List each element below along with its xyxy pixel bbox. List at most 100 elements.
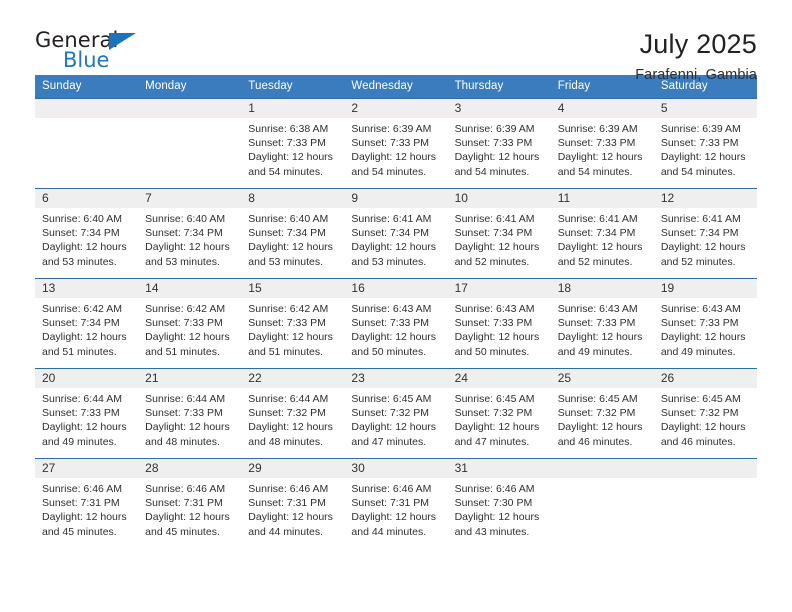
calendar-day-cell[interactable]: 29 Sunrise: 6:46 AM Sunset: 7:31 PM Dayligh… (241, 458, 345, 549)
day-number (138, 99, 242, 118)
sunrise-text: Sunrise: 6:42 AM (248, 303, 329, 315)
sunrise-text: Sunrise: 6:41 AM (454, 213, 535, 225)
calendar-week-row: 20 Sunrise: 6:44 AM Sunset: 7:33 PM Dayligh… (35, 368, 757, 459)
sunrise-text: Sunrise: 6:38 AM (248, 123, 329, 135)
daylight-text-line2: and 53 minutes. (42, 255, 117, 268)
daylight-text-line1: Daylight: 12 hours (351, 241, 437, 254)
calendar-day-cell[interactable]: 10 Sunrise: 6:41 AM Sunset: 7:34 PM Dayligh… (447, 188, 551, 279)
daylight-text-line2: and 44 minutes. (248, 525, 323, 538)
daylight-text-line2: and 48 minutes. (248, 435, 323, 448)
page-header: General Blue July 2025 Farafenni, Gambia (35, 0, 757, 83)
daylight-text-line2: and 45 minutes. (42, 525, 117, 538)
sunset-text: Sunset: 7:33 PM (660, 137, 739, 150)
calendar-day-cell[interactable]: 7 Sunrise: 6:40 AM Sunset: 7:34 PM Daylight… (138, 188, 242, 279)
calendar-empty-cell (35, 98, 139, 189)
calendar-page: General Blue July 2025 Farafenni, Gambia… (0, 0, 792, 612)
sunrise-text: Sunrise: 6:46 AM (248, 483, 329, 495)
sunset-text: Sunset: 7:32 PM (557, 407, 636, 420)
calendar-day-cell[interactable]: 13 Sunrise: 6:42 AM Sunset: 7:34 PM Dayligh… (35, 278, 139, 369)
day-cell-inner: 7 Sunrise: 6:40 AM Sunset: 7:34 PM Daylight… (138, 189, 242, 278)
daylight-text-line2: and 49 minutes. (557, 345, 633, 358)
daylight-text-line2: and 43 minutes. (454, 525, 530, 538)
daylight-text-line1: Daylight: 12 hours (248, 151, 333, 164)
calendar-day-cell[interactable]: 21 Sunrise: 6:44 AM Sunset: 7:33 PM Dayligh… (138, 368, 242, 459)
calendar-day-cell[interactable]: 8 Sunrise: 6:40 AM Sunset: 7:34 PM Daylight… (241, 188, 345, 279)
day-cell-inner (653, 459, 757, 548)
daylight-text-line1: Daylight: 12 hours (557, 331, 643, 344)
day-details: Sunrise: 6:42 AM Sunset: 7:33 PM Daylight:… (138, 298, 241, 359)
daylight-text-line2: and 54 minutes. (660, 165, 736, 178)
day-number: 19 (653, 279, 757, 298)
daylight-text-line1: Daylight: 12 hours (248, 241, 333, 254)
day-cell-inner (35, 99, 139, 188)
calendar-day-cell[interactable]: 22 Sunrise: 6:44 AM Sunset: 7:32 PM Dayligh… (241, 368, 345, 459)
calendar-day-cell[interactable]: 9 Sunrise: 6:41 AM Sunset: 7:34 PM Daylight… (344, 188, 448, 279)
calendar-day-cell[interactable]: 26 Sunrise: 6:45 AM Sunset: 7:32 PM Dayligh… (653, 368, 757, 459)
calendar-day-cell[interactable]: 27 Sunrise: 6:46 AM Sunset: 7:31 PM Dayligh… (35, 458, 139, 549)
calendar-day-cell[interactable]: 30 Sunrise: 6:46 AM Sunset: 7:31 PM Dayligh… (344, 458, 448, 549)
sunrise-text: Sunrise: 6:46 AM (42, 483, 122, 495)
calendar-day-cell[interactable]: 31 Sunrise: 6:46 AM Sunset: 7:30 PM Dayligh… (447, 458, 551, 549)
calendar-day-cell[interactable]: 3 Sunrise: 6:39 AM Sunset: 7:33 PM Daylight… (447, 98, 551, 189)
sunrise-text: Sunrise: 6:45 AM (351, 393, 432, 405)
daylight-text-line1: Daylight: 12 hours (145, 241, 230, 254)
daylight-text-line1: Daylight: 12 hours (145, 331, 230, 344)
day-details: Sunrise: 6:44 AM Sunset: 7:33 PM Daylight:… (138, 388, 241, 449)
day-cell-inner: 11 Sunrise: 6:41 AM Sunset: 7:34 PM Dayligh… (550, 189, 654, 278)
calendar-day-cell[interactable]: 16 Sunrise: 6:43 AM Sunset: 7:33 PM Dayligh… (344, 278, 448, 369)
day-number: 13 (35, 279, 139, 298)
calendar-body: 1 Sunrise: 6:38 AM Sunset: 7:33 PM Daylight… (35, 98, 757, 549)
day-number: 5 (653, 99, 757, 118)
calendar-week-row: 6 Sunrise: 6:40 AM Sunset: 7:34 PM Daylight… (35, 188, 757, 279)
sunset-text: Sunset: 7:32 PM (660, 407, 739, 420)
daylight-text-line1: Daylight: 12 hours (42, 421, 127, 434)
weekday-header-thursday: Thursday (447, 75, 551, 99)
calendar-week-row: 27 Sunrise: 6:46 AM Sunset: 7:31 PM Dayligh… (35, 458, 757, 549)
general-blue-logo[interactable]: General Blue (35, 28, 165, 74)
calendar-day-cell[interactable]: 11 Sunrise: 6:41 AM Sunset: 7:34 PM Dayligh… (550, 188, 654, 279)
day-cell-inner: 19 Sunrise: 6:43 AM Sunset: 7:33 PM Dayligh… (653, 279, 757, 368)
sunset-text: Sunset: 7:33 PM (557, 137, 636, 150)
daylight-text-line2: and 46 minutes. (557, 435, 633, 448)
sunrise-text: Sunrise: 6:43 AM (351, 303, 432, 315)
calendar-day-cell[interactable]: 2 Sunrise: 6:39 AM Sunset: 7:33 PM Daylight… (344, 98, 448, 189)
calendar-day-cell[interactable]: 24 Sunrise: 6:45 AM Sunset: 7:32 PM Dayligh… (447, 368, 551, 459)
calendar-day-cell[interactable]: 20 Sunrise: 6:44 AM Sunset: 7:33 PM Dayligh… (35, 368, 139, 459)
day-details: Sunrise: 6:41 AM Sunset: 7:34 PM Daylight:… (448, 208, 551, 269)
day-details: Sunrise: 6:39 AM Sunset: 7:33 PM Daylight:… (344, 118, 447, 179)
daylight-text-line2: and 54 minutes. (557, 165, 633, 178)
calendar-day-cell[interactable]: 1 Sunrise: 6:38 AM Sunset: 7:33 PM Daylight… (241, 98, 345, 189)
sunset-text: Sunset: 7:33 PM (660, 317, 739, 330)
calendar-day-cell[interactable]: 18 Sunrise: 6:43 AM Sunset: 7:33 PM Dayligh… (550, 278, 654, 369)
calendar-day-cell[interactable]: 23 Sunrise: 6:45 AM Sunset: 7:32 PM Dayligh… (344, 368, 448, 459)
day-cell-inner: 3 Sunrise: 6:39 AM Sunset: 7:33 PM Daylight… (447, 99, 551, 188)
calendar-day-cell[interactable]: 4 Sunrise: 6:39 AM Sunset: 7:33 PM Daylight… (550, 98, 654, 189)
calendar-day-cell[interactable]: 19 Sunrise: 6:43 AM Sunset: 7:33 PM Dayligh… (653, 278, 757, 369)
weekday-header-tuesday: Tuesday (241, 75, 345, 99)
calendar-day-cell[interactable]: 15 Sunrise: 6:42 AM Sunset: 7:33 PM Dayligh… (241, 278, 345, 369)
calendar-day-cell[interactable]: 5 Sunrise: 6:39 AM Sunset: 7:33 PM Daylight… (653, 98, 757, 189)
sunset-text: Sunset: 7:30 PM (454, 497, 533, 510)
day-cell-inner: 1 Sunrise: 6:38 AM Sunset: 7:33 PM Daylight… (241, 99, 345, 188)
sunset-text: Sunset: 7:34 PM (42, 317, 120, 330)
day-number: 9 (344, 189, 448, 208)
day-details: Sunrise: 6:45 AM Sunset: 7:32 PM Daylight:… (344, 388, 447, 449)
sunrise-text: Sunrise: 6:46 AM (454, 483, 535, 495)
calendar-day-cell[interactable]: 12 Sunrise: 6:41 AM Sunset: 7:34 PM Dayligh… (653, 188, 757, 279)
daylight-text-line2: and 54 minutes. (454, 165, 530, 178)
day-number: 26 (653, 369, 757, 388)
sunrise-text: Sunrise: 6:43 AM (454, 303, 535, 315)
daylight-text-line1: Daylight: 12 hours (248, 511, 333, 524)
sunset-text: Sunset: 7:33 PM (351, 317, 430, 330)
calendar-empty-cell (138, 98, 242, 189)
calendar-day-cell[interactable]: 14 Sunrise: 6:42 AM Sunset: 7:33 PM Dayligh… (138, 278, 242, 369)
calendar-day-cell[interactable]: 17 Sunrise: 6:43 AM Sunset: 7:33 PM Dayligh… (447, 278, 551, 369)
calendar-day-cell[interactable]: 28 Sunrise: 6:46 AM Sunset: 7:31 PM Dayligh… (138, 458, 242, 549)
day-number (550, 459, 654, 478)
calendar-day-cell[interactable]: 6 Sunrise: 6:40 AM Sunset: 7:34 PM Daylight… (35, 188, 139, 279)
day-cell-inner: 9 Sunrise: 6:41 AM Sunset: 7:34 PM Daylight… (344, 189, 448, 278)
sunset-text: Sunset: 7:31 PM (42, 497, 120, 510)
calendar-day-cell[interactable]: 25 Sunrise: 6:45 AM Sunset: 7:32 PM Dayligh… (550, 368, 654, 459)
daylight-text-line1: Daylight: 12 hours (145, 421, 230, 434)
day-cell-inner: 14 Sunrise: 6:42 AM Sunset: 7:33 PM Dayligh… (138, 279, 242, 368)
